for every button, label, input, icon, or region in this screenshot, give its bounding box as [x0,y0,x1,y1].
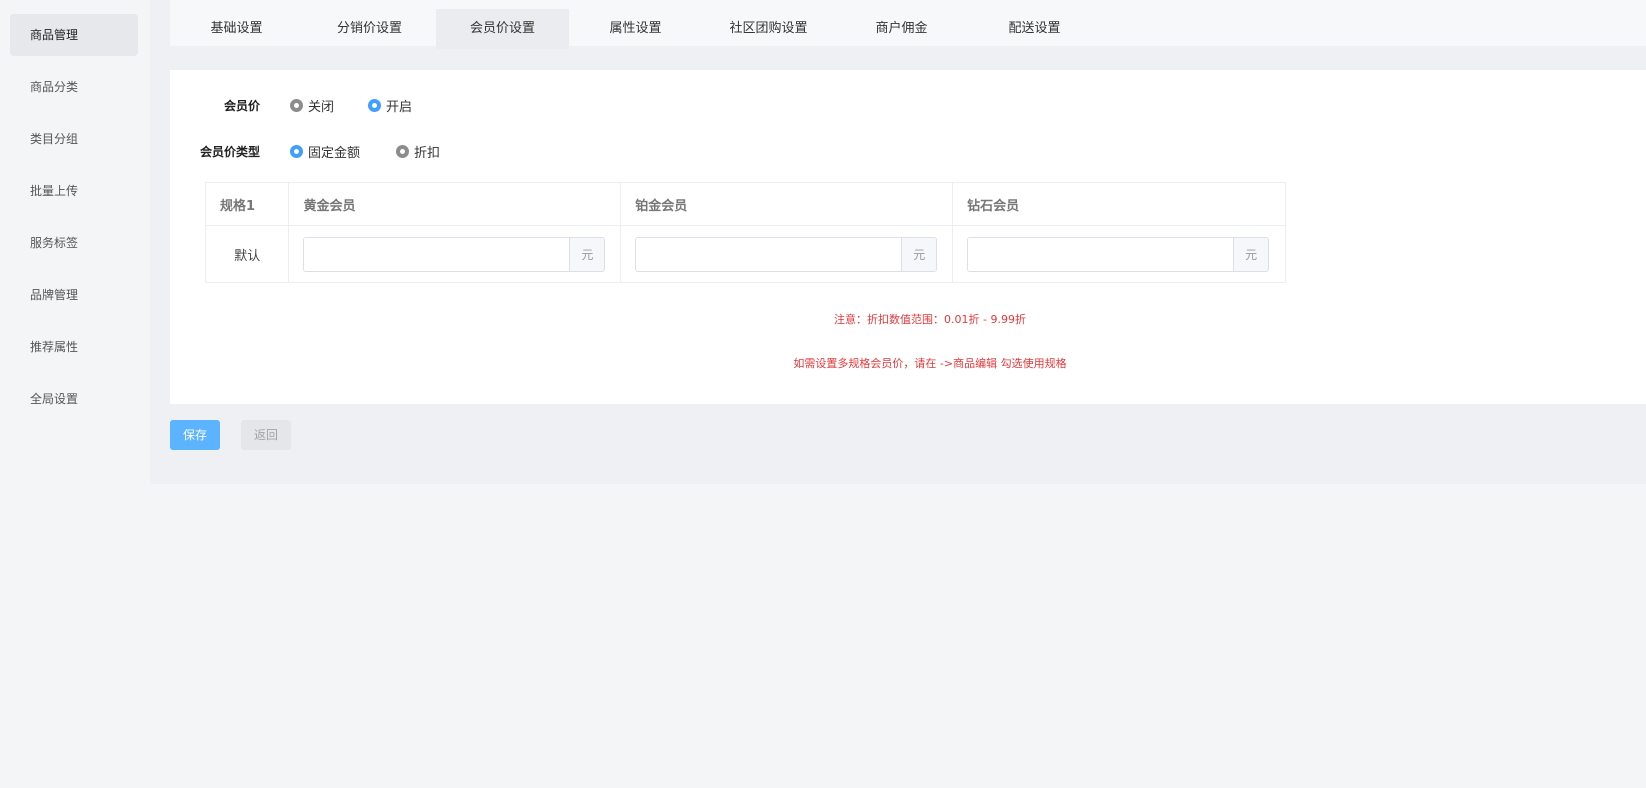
radio-label: 关闭 [308,100,335,115]
save-button[interactable]: 保存 [170,420,220,450]
multi-spec-notice: 如需设置多规格会员价，请在 ->商品编辑 勾选使用规格 [793,357,1067,370]
unit-suffix: 元 [569,237,605,271]
sidebar: 商品管理 商品分类 类目分组 批量上传 服务标签 品牌管理 推荐属性 全局设置 [0,0,150,788]
radio-off-icon [290,99,303,112]
sidebar-item-batch-upload[interactable]: 批量上传 [10,170,138,212]
radio-member-price-on[interactable]: 开启 [368,96,412,115]
spec-cell: 默认 [204,225,290,283]
column-header-diamond: 钻石会员 [952,182,1286,226]
sidebar-item-brand-management[interactable]: 品牌管理 [10,274,138,316]
sidebar-item-product-management[interactable]: 商品管理 [10,14,138,56]
tab-distribution-price[interactable]: 分销价设置 [303,9,436,49]
radio-member-price-off[interactable]: 关闭 [290,96,334,115]
platinum-price-field: 元 [635,236,938,272]
unit-suffix: 元 [1233,237,1269,271]
radio-off-icon [396,145,409,158]
back-button[interactable]: 返回 [241,420,291,450]
sidebar-item-category-group[interactable]: 类目分组 [10,118,138,160]
gold-price-cell: 元 [288,225,622,283]
tab-group-buy-settings[interactable]: 社区团购设置 [702,9,835,49]
tab-attribute-settings[interactable]: 属性设置 [569,9,702,49]
radio-label: 折扣 [414,146,441,161]
radio-on-icon [368,99,381,112]
gold-price-field: 元 [303,236,606,272]
table-row: 默认 元 元 元 [204,225,1286,283]
tab-basic-settings[interactable]: 基础设置 [170,9,303,49]
tab-delivery-settings[interactable]: 配送设置 [968,9,1101,49]
radio-label: 开启 [386,100,413,115]
radio-fixed-amount[interactable]: 固定金额 [290,142,360,161]
radio-label: 固定金额 [308,146,361,161]
diamond-price-field: 元 [967,236,1270,272]
sidebar-item-product-category[interactable]: 商品分类 [10,66,138,108]
column-header-gold: 黄金会员 [288,182,622,226]
member-price-table: 规格1 黄金会员 铂金会员 钻石会员 默认 元 元 元 [204,182,1286,283]
platinum-price-cell: 元 [620,225,954,283]
column-header-spec: 规格1 [204,182,290,226]
sidebar-item-service-tags[interactable]: 服务标签 [10,222,138,264]
radio-on-icon [290,145,303,158]
tab-bar: 基础设置 分销价设置 会员价设置 属性设置 社区团购设置 商户佣金 配送设置 [170,0,1646,49]
gold-price-input[interactable] [304,237,570,271]
diamond-price-cell: 元 [952,225,1286,283]
platinum-price-input[interactable] [636,237,902,271]
tab-member-price[interactable]: 会员价设置 [436,9,569,49]
radio-discount[interactable]: 折扣 [396,142,440,161]
sidebar-item-global-settings[interactable]: 全局设置 [10,378,138,420]
member-price-label: 会员价 [223,99,260,113]
discount-range-notice: 注意：折扣数值范围：0.01折 - 9.99折 [834,313,1026,326]
sidebar-item-recommended-attributes[interactable]: 推荐属性 [10,326,138,368]
diamond-price-input[interactable] [968,237,1234,271]
unit-suffix: 元 [901,237,937,271]
column-header-platinum: 铂金会员 [620,182,954,226]
table-header-row: 规格1 黄金会员 铂金会员 钻石会员 [204,182,1286,226]
tab-merchant-commission[interactable]: 商户佣金 [835,9,968,49]
member-price-type-label: 会员价类型 [199,145,260,159]
